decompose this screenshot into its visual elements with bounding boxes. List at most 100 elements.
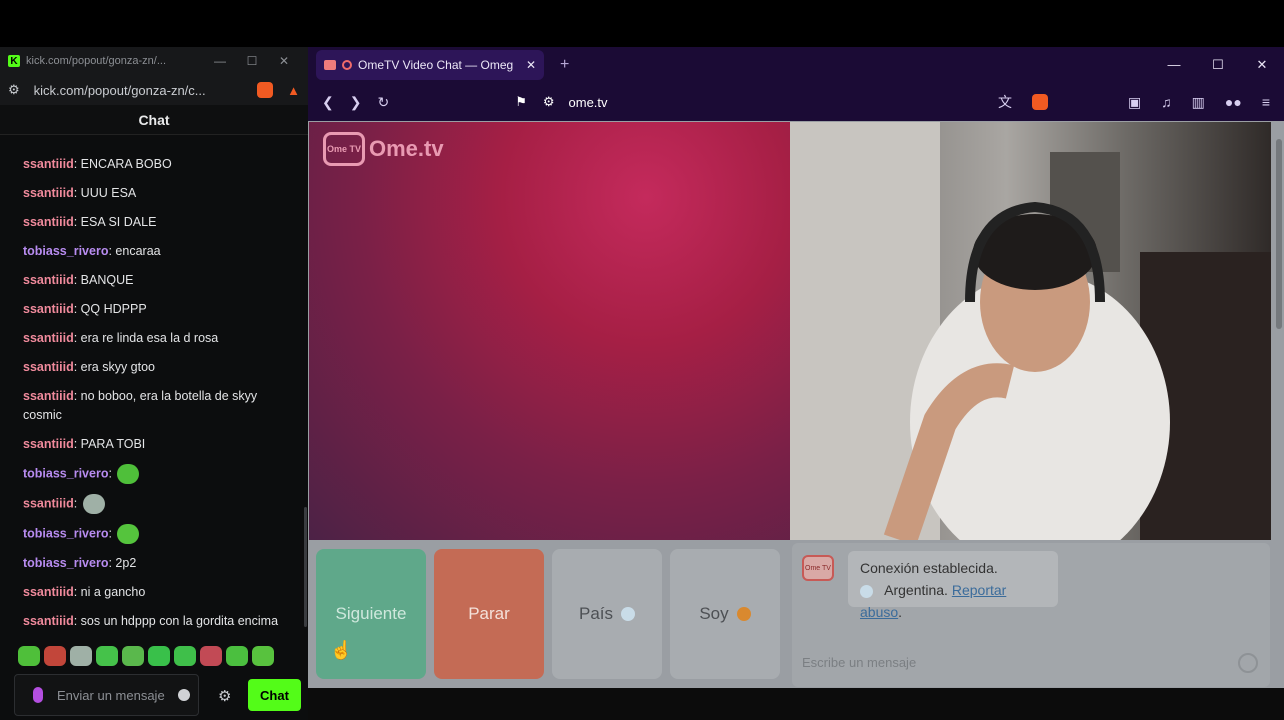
address-bar[interactable]: ⚑ ⚙ ome.tv — [515, 94, 607, 110]
chat-colon: : — [73, 389, 81, 403]
maximize-icon[interactable]: ☐ — [236, 54, 268, 68]
chat-message: ssantiiid: era skyy gtoo — [23, 358, 290, 377]
chat-username[interactable]: ssantiiid — [23, 331, 74, 345]
chat-username[interactable]: ssantiiid — [23, 437, 74, 451]
chat-message: ssantiiid: BANQUE — [23, 271, 290, 290]
brave-shield-icon[interactable] — [1031, 94, 1048, 110]
chat-username[interactable]: ssantiiid — [23, 157, 74, 171]
minimize-icon[interactable]: — — [204, 54, 236, 68]
brave-rewards-icon[interactable]: ▲ — [287, 83, 300, 98]
emote-icon[interactable] — [252, 646, 274, 666]
chat-text: sos un hdppp con la gordita encima — [80, 614, 279, 628]
chat-username[interactable]: ssantiiid — [23, 215, 74, 229]
chat-colon: : — [73, 331, 81, 345]
chat-text: era re linda esa la d rosa — [80, 331, 219, 345]
chat-message: ssantiiid: no boboo, era la botella de s… — [23, 387, 290, 425]
menu-icon[interactable]: ≡ — [1262, 94, 1270, 110]
new-tab-icon[interactable]: + — [560, 56, 569, 74]
chat-scrollbar[interactable] — [304, 507, 307, 627]
close-icon[interactable]: ✕ — [1240, 57, 1284, 73]
site-settings-icon[interactable]: ⚙ — [8, 82, 20, 98]
ometv-page: Ome TV Ome.tv Siguiente Parar País Soy O… — [308, 121, 1284, 688]
emote-icon[interactable] — [44, 646, 66, 666]
media-icon[interactable]: ♫ — [1161, 94, 1172, 110]
chat-colon: : — [73, 273, 81, 287]
chat-message: ssantiiid: PARA TOBI — [23, 435, 290, 454]
tab-close-icon[interactable]: ✕ — [526, 58, 536, 72]
emote-icon[interactable] — [174, 646, 196, 666]
tab-bar: OmeTV Video Chat — Omeg ✕ + — ☐ ✕ — [308, 47, 1284, 83]
chat-username[interactable]: ssantiiid — [23, 186, 74, 200]
microphone-icon[interactable] — [33, 687, 43, 703]
chat-input[interactable]: Enviar un mensaje — [14, 674, 199, 716]
chat-colon: : — [108, 526, 116, 541]
kick-chat-window: K kick.com/popout/gonza-zn/... — ☐ ✕ ⚙ k… — [0, 47, 308, 720]
emote-icon[interactable] — [148, 646, 170, 666]
emote-icon[interactable] — [122, 646, 144, 666]
page-scrollbar[interactable] — [1276, 139, 1282, 329]
ometv-logo: Ome TV Ome.tv — [323, 132, 444, 166]
chat-username[interactable]: ssantiiid — [23, 360, 74, 374]
emote-icon[interactable] — [226, 646, 248, 666]
ometv-bot-icon: Ome TV — [802, 555, 834, 581]
boy-face-icon — [736, 607, 751, 621]
kick-url[interactable]: kick.com/popout/gonza-zn/c... — [34, 83, 257, 98]
emoji-icon[interactable] — [1238, 653, 1258, 673]
partner-country: Argentina. — [884, 582, 948, 598]
recording-icon — [342, 60, 352, 70]
gear-icon[interactable]: ⚙ — [218, 687, 231, 705]
country-button[interactable]: País — [552, 549, 662, 679]
reload-icon[interactable]: ↻ — [377, 94, 389, 111]
emote-icon[interactable] — [200, 646, 222, 666]
chat-username[interactable]: ssantiiid — [23, 273, 74, 287]
chat-username[interactable]: tobiass_rivero — [23, 526, 108, 540]
browser-window: OmeTV Video Chat — Omeg ✕ + — ☐ ✕ ❮ ❯ ↻ … — [308, 47, 1284, 688]
kick-titlebar: K kick.com/popout/gonza-zn/... — ☐ ✕ — [0, 47, 308, 75]
chat-username[interactable]: ssantiiid — [23, 496, 74, 510]
reader-icon[interactable]: ▣ — [1128, 94, 1141, 111]
chat-username[interactable]: tobiass_rivero — [23, 244, 108, 258]
sidebar-icon[interactable]: ▥ — [1192, 94, 1205, 111]
message-input[interactable]: Escribe un mensaje — [802, 655, 1262, 677]
brave-shield-icon[interactable] — [257, 82, 274, 98]
country-label: País — [578, 604, 614, 623]
emoji-icon[interactable] — [178, 689, 190, 701]
emote-icon — [82, 494, 105, 514]
bookmark-icon[interactable]: ⚑ — [515, 94, 527, 110]
back-icon[interactable]: ❮ — [322, 94, 334, 111]
close-icon[interactable]: ✕ — [268, 54, 300, 68]
chat-message: ssantiiid: UUU ESA — [23, 184, 290, 203]
kick-logo-icon: K — [8, 55, 20, 67]
maximize-icon[interactable]: ☐ — [1196, 57, 1240, 73]
tab-ometv[interactable]: OmeTV Video Chat — Omeg ✕ — [316, 50, 544, 80]
chat-colon: : — [73, 302, 81, 316]
emote-icon[interactable] — [96, 646, 118, 666]
chat-colon: : — [108, 466, 116, 481]
site-settings-icon[interactable]: ⚙ — [543, 94, 555, 110]
top-letterbox — [0, 0, 1284, 47]
gender-button[interactable]: Soy — [670, 549, 780, 679]
chat-colon: : — [73, 360, 81, 374]
chat-username[interactable]: tobiass_rivero — [23, 466, 108, 480]
chat-messages: ssantiiid: ENCARA BOBO ssantiiid: UUU ESA… — [0, 155, 300, 639]
forward-icon[interactable]: ❯ — [350, 94, 362, 111]
stranger-video: Ome TV Ome.tv — [309, 122, 790, 540]
chat-text: era skyy gtoo — [80, 360, 156, 374]
chat-message: tobiass_rivero: — [23, 464, 290, 484]
chat-username[interactable]: ssantiiid — [23, 585, 74, 599]
minimize-icon[interactable]: — — [1152, 57, 1196, 73]
chat-colon: : — [73, 614, 81, 628]
chat-username[interactable]: ssantiiid — [23, 389, 74, 403]
translate-icon[interactable]: 文 — [998, 92, 1012, 112]
chat-text: UUU ESA — [80, 186, 137, 200]
chat-username[interactable]: ssantiiid — [23, 614, 74, 628]
stop-button[interactable]: Parar — [434, 549, 544, 679]
chat-username[interactable]: ssantiiid — [23, 302, 74, 316]
emote-icon[interactable] — [70, 646, 92, 666]
chat-message: ssantiiid: ni a gancho — [23, 583, 290, 602]
chat-username[interactable]: tobiass_rivero — [23, 556, 108, 570]
emote-icon — [117, 524, 140, 544]
chat-send-button[interactable]: Chat — [248, 679, 301, 711]
extensions-icon[interactable]: ●● — [1225, 94, 1242, 110]
emote-icon[interactable] — [18, 646, 40, 666]
